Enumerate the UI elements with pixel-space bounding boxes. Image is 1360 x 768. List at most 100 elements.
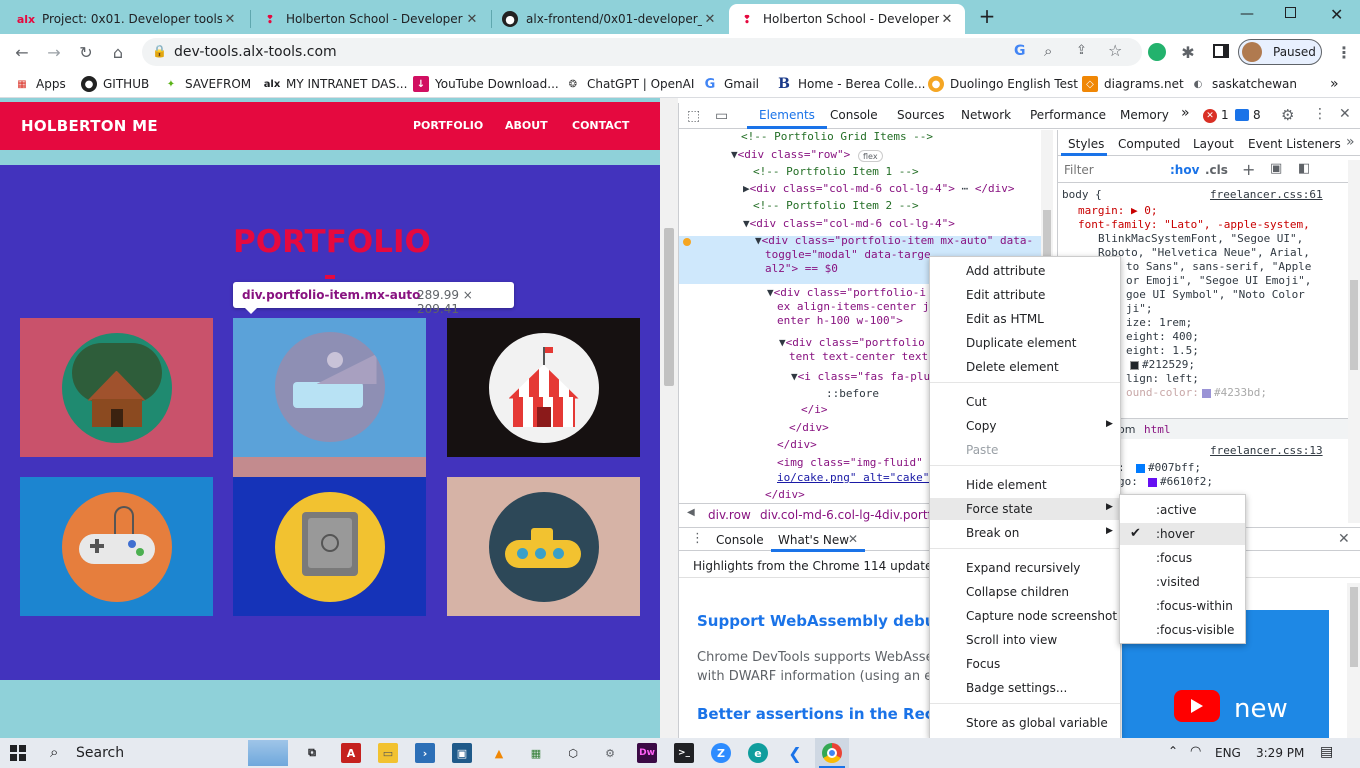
dom-line[interactable]: ▼<div class="row"> bbox=[731, 148, 850, 162]
close-drawer-tab-icon[interactable]: ✕ bbox=[848, 532, 858, 546]
menu-store-as-global[interactable]: Store as global variable bbox=[930, 712, 1120, 734]
styles-more-icon[interactable]: » bbox=[1346, 134, 1355, 150]
side-panel-icon[interactable] bbox=[1213, 44, 1229, 58]
dom-line[interactable]: <!-- Portfolio Item 1 --> bbox=[753, 165, 919, 179]
dom-line[interactable]: ::before bbox=[826, 387, 879, 401]
inspect-element-icon[interactable]: ⬚ bbox=[687, 108, 700, 124]
edge-icon[interactable]: e bbox=[748, 743, 768, 763]
stylesheet-link[interactable]: freelancer.css:61 bbox=[1210, 188, 1323, 202]
style-line[interactable]: #007bff; bbox=[1148, 461, 1201, 475]
language-indicator[interactable]: ENG bbox=[1215, 746, 1241, 760]
color-swatch[interactable] bbox=[1202, 389, 1211, 398]
breadcrumb-item[interactable]: div.col-md-6.col-lg-4 bbox=[760, 508, 882, 522]
style-line[interactable]: goe UI Symbol", "Noto Color bbox=[1126, 288, 1305, 302]
page-scrollbar[interactable] bbox=[660, 98, 678, 738]
notifications-icon[interactable]: ▤ bbox=[1320, 744, 1333, 760]
wifi-icon[interactable]: ◠ bbox=[1190, 744, 1201, 759]
acrobat-icon[interactable]: A bbox=[341, 743, 361, 763]
dom-line[interactable]: ▼<div class="portfolio-i bbox=[767, 286, 926, 300]
dom-line[interactable]: ▶<div class="col-md-6 col-lg-4"> ⋯ </div… bbox=[743, 182, 1015, 196]
styles-scrollbar[interactable] bbox=[1348, 160, 1360, 523]
styles-tab-computed[interactable]: Computed bbox=[1118, 137, 1180, 151]
browser-tab-3[interactable]: ● alx-frontend/0x01-developer_to ✕ bbox=[492, 4, 728, 34]
menu-add-attribute[interactable]: Add attribute bbox=[930, 260, 1120, 282]
browser-tab-4-active[interactable]: ❢ Holberton School - Developer to ✕ bbox=[729, 4, 965, 34]
dom-line[interactable]: io/cake.png" alt="cake" bbox=[777, 471, 929, 485]
menu-paste[interactable]: Paste bbox=[930, 439, 1120, 461]
dt-tab-sources[interactable]: Sources bbox=[897, 108, 944, 122]
state-focus[interactable]: :focus bbox=[1120, 547, 1245, 569]
close-tab-icon[interactable]: ✕ bbox=[702, 12, 718, 27]
menu-duplicate-element[interactable]: Duplicate element bbox=[930, 332, 1120, 354]
style-line[interactable]: margin: ▶ 0; bbox=[1078, 204, 1157, 218]
dt-tab-console[interactable]: Console bbox=[830, 108, 878, 122]
styles-tab-styles[interactable]: Styles bbox=[1068, 137, 1104, 151]
bookmarks-overflow-icon[interactable]: » bbox=[1330, 75, 1339, 93]
device-toolbar-icon[interactable]: ▭ bbox=[715, 108, 728, 124]
dom-line[interactable]: </div> bbox=[789, 421, 829, 435]
dom-line[interactable]: ex align-items-center j bbox=[777, 300, 929, 314]
portfolio-item-cabin[interactable] bbox=[20, 318, 213, 457]
bookmark-saskatchewan[interactable]: ◐ saskatchewan bbox=[1190, 75, 1297, 93]
dom-line[interactable]: ▼<div class="col-md-6 col-lg-4"> bbox=[743, 217, 955, 231]
state-focus-within[interactable]: :focus-within bbox=[1120, 595, 1245, 617]
dom-line[interactable]: ▼<div class="portfolio bbox=[779, 336, 925, 350]
grammarly-icon[interactable] bbox=[1148, 43, 1166, 61]
dom-line[interactable]: enter h-100 w-100"> bbox=[777, 314, 903, 328]
dom-line-selected[interactable]: ▼<div class="portfolio-item mx-auto" dat… bbox=[755, 234, 1033, 248]
settings-icon[interactable]: ⚙ bbox=[600, 743, 620, 763]
tray-chevron-icon[interactable]: ⌃ bbox=[1168, 744, 1178, 758]
style-line[interactable]: Roboto, "Helvetica Neue", Arial, bbox=[1098, 246, 1310, 260]
style-line[interactable]: #4233bd; bbox=[1214, 386, 1267, 400]
style-line[interactable]: ize: 1rem; bbox=[1126, 316, 1192, 330]
menu-force-state[interactable]: Force state bbox=[930, 498, 1120, 520]
zoom-search-icon[interactable]: ⌕ bbox=[1044, 42, 1052, 60]
inherited-from-html[interactable]: html bbox=[1144, 423, 1171, 437]
portfolio-item-safe[interactable] bbox=[233, 477, 426, 616]
close-tab-icon[interactable]: ✕ bbox=[939, 12, 955, 27]
close-devtools-icon[interactable]: ✕ bbox=[1339, 106, 1351, 122]
whatsnew-title-1[interactable]: Support WebAssembly debugg bbox=[697, 612, 957, 630]
menu-collapse-children[interactable]: Collapse children bbox=[930, 581, 1120, 603]
browser-tab-1[interactable]: alx Project: 0x01. Developer tools | L ✕ bbox=[8, 4, 248, 34]
dom-line[interactable]: tent text-center text bbox=[789, 350, 928, 364]
reload-icon[interactable]: ↻ bbox=[74, 40, 98, 64]
dt-tab-memory[interactable]: Memory bbox=[1120, 108, 1169, 122]
dom-line[interactable]: ▼<i class="fas fa-plu bbox=[791, 370, 930, 384]
bookmark-duolingo[interactable]: ● Duolingo English Test bbox=[928, 75, 1078, 93]
flex-badge[interactable]: flex bbox=[858, 150, 883, 162]
dom-line[interactable]: <!-- Portfolio Grid Items --> bbox=[741, 130, 933, 144]
bookmark-chatgpt[interactable]: ❂ ChatGPT | OpenAI bbox=[565, 75, 695, 93]
back-icon[interactable]: ← bbox=[10, 40, 34, 64]
paint-icon[interactable]: ▣ bbox=[1270, 161, 1282, 176]
menu-break-on[interactable]: Break on bbox=[930, 522, 1120, 544]
style-line[interactable]: or Emoji", "Segoe UI Emoji", bbox=[1126, 274, 1311, 288]
breadcrumb-item[interactable]: div.row bbox=[708, 508, 751, 522]
menu-expand-recursively[interactable]: Expand recursively bbox=[930, 557, 1120, 579]
style-line[interactable]: #6610f2; bbox=[1160, 475, 1213, 489]
home-icon[interactable]: ⌂ bbox=[106, 40, 130, 64]
dom-line[interactable]: <img class="img-fluid" bbox=[777, 456, 923, 470]
dom-line[interactable]: </div> bbox=[777, 438, 817, 452]
toggle-sidebar-icon[interactable]: ◧ bbox=[1298, 161, 1310, 176]
bookmark-gmail[interactable]: G Gmail bbox=[702, 75, 759, 93]
windows-start-icon[interactable] bbox=[10, 745, 26, 761]
menu-copy[interactable]: Copy bbox=[930, 415, 1120, 437]
menu-badge-settings[interactable]: Badge settings... bbox=[930, 677, 1120, 699]
drawer-tab-console[interactable]: Console bbox=[716, 533, 764, 547]
terminal-icon[interactable]: >_ bbox=[674, 743, 694, 763]
drawer-scrollbar[interactable] bbox=[1347, 583, 1360, 738]
remote-desktop-icon[interactable]: ▣ bbox=[452, 743, 472, 763]
youtube-play-icon[interactable] bbox=[1174, 690, 1220, 722]
state-active[interactable]: :active bbox=[1120, 499, 1245, 521]
taskbar-search[interactable]: ⌕ Search bbox=[36, 738, 288, 768]
file-explorer-icon[interactable]: ▭ bbox=[378, 743, 398, 763]
scrollbar-thumb[interactable] bbox=[664, 228, 674, 386]
bookmark-diagrams[interactable]: ◇ diagrams.net bbox=[1082, 75, 1184, 93]
bookmark-github[interactable]: ● GITHUB bbox=[81, 75, 149, 93]
style-line[interactable]: ound-color: bbox=[1126, 386, 1199, 400]
menu-focus[interactable]: Focus bbox=[930, 653, 1120, 675]
menu-edit-as-html[interactable]: Edit as HTML bbox=[930, 308, 1120, 330]
dom-line[interactable]: </div> bbox=[765, 488, 805, 502]
breadcrumb-item[interactable]: div.portf bbox=[882, 508, 932, 522]
